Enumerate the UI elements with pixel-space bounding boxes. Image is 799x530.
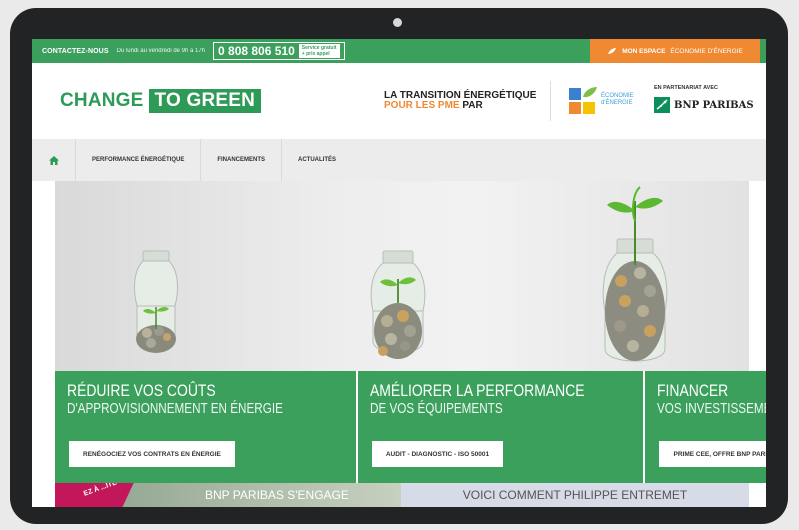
phone-number-box[interactable]: 0 808 806 510 Service gratuit + prix app… <box>213 42 345 60</box>
eco-line1: ÉCONOMIE <box>601 93 634 99</box>
card-title: RÉDUIRE VOS COÛTS <box>67 381 216 400</box>
header-divider <box>550 81 551 121</box>
phone-tag-line2: + prix appel <box>301 51 330 57</box>
nav-item-financements[interactable]: FINANCEMENTS <box>201 139 283 181</box>
news-title-philippe: VOICI COMMENT PHILIPPE ENTREMET <box>462 488 688 502</box>
renegotiate-contracts-button[interactable]: RENÉGOCIEZ VOS CONTRATS EN ÉNERGIE <box>69 441 235 467</box>
coin-jars-image <box>134 186 668 362</box>
site-header: CHANGE TO GREEN LA TRANSITION ÉNERGÉTIQU… <box>32 63 766 139</box>
card-title: AMÉLIORER LA PERFORMANCE <box>369 381 585 400</box>
bnp-label: BNP PARIBAS <box>674 99 754 111</box>
contact-link[interactable]: CONTACTEZ-NOUS <box>42 48 109 55</box>
news-item-philippe[interactable]: VOICI COMMENT PHILIPPE ENTREMET <box>401 483 749 507</box>
my-space-bold: MON ESPACE <box>622 47 666 55</box>
feature-cards: RÉDUIRE VOS COÛTS D'APPROVISIONNEMENT EN… <box>55 371 766 483</box>
phone-number: 0 808 806 510 <box>218 44 295 58</box>
leaf-icon <box>608 48 617 54</box>
bnp-paribas-logo[interactable]: BNP PARIBAS <box>654 97 754 113</box>
header-tagline: LA TRANSITION ÉNERGÉTIQUE POUR LES PME P… <box>384 91 536 111</box>
card-finance[interactable]: FINANCER VOS INVESTISSEMENTS PRIME CEE, … <box>645 371 766 483</box>
top-contact-bar: CONTACTEZ-NOUS Du lundi au vendredi de 9… <box>32 39 766 63</box>
tagline-par: PAR <box>462 100 483 111</box>
website-screen: CONTACTEZ-NOUS Du lundi au vendredi de 9… <box>32 39 766 507</box>
home-icon <box>48 155 59 165</box>
card-subtitle: VOS INVESTISSEMENTS <box>657 400 766 417</box>
eco-line2: d'ÉNERGIE <box>601 100 633 106</box>
card-subtitle: D'APPROVISIONNEMENT EN ÉNERGIE <box>67 400 283 417</box>
card-title: FINANCER <box>657 381 729 400</box>
audit-diagnostic-button[interactable]: AUDIT - DIAGNOSTIC - ISO 50001 <box>371 441 504 467</box>
card-subtitle: DE VOS ÉQUIPEMENTS <box>369 400 503 417</box>
nav-item-performance[interactable]: PERFORMANCE ÉNERGÉTIQUE <box>76 139 202 181</box>
jar-small <box>134 250 178 353</box>
card-improve-performance[interactable]: AMÉLIORER LA PERFORMANCE DE VOS ÉQUIPEME… <box>357 371 644 483</box>
jar-medium <box>370 250 426 359</box>
news-title-bnp: BNP PARIBAS S'ENGAGE <box>205 488 349 502</box>
prime-cee-button[interactable]: PRIME CEE, OFFRE BNP PARIBAS <box>659 441 766 467</box>
logo-to-green: TO GREEN <box>148 89 262 113</box>
tagline-orange: POUR LES PME <box>384 100 460 111</box>
main-navigation: PERFORMANCE ÉNERGÉTIQUE FINANCEMENTS ACT… <box>32 139 766 181</box>
news-strip: EZ À ...ITÉ BNP PARIBAS S'ENGAGE VOICI C… <box>55 483 749 507</box>
card-reduce-costs[interactable]: RÉDUIRE VOS COÛTS D'APPROVISIONNEMENT EN… <box>55 371 356 483</box>
hero-banner <box>55 181 749 371</box>
bnp-star-icon <box>654 97 670 113</box>
opening-hours: Du lundi au vendredi de 9h à 17h <box>116 48 206 54</box>
nav-home[interactable] <box>32 139 76 181</box>
my-space-button[interactable]: MON ESPACE ÉCONOMIE D'ÉNERGIE <box>590 39 760 63</box>
partner-label: EN PARTENARIAT AVEC <box>654 85 718 91</box>
my-space-light: ÉCONOMIE D'ÉNERGIE <box>670 47 743 55</box>
site-logo[interactable]: CHANGE TO GREEN <box>60 89 262 113</box>
logo-change: CHANGE <box>60 90 144 111</box>
jar-large <box>602 186 668 362</box>
economie-energie-text: ÉCONOMIE d'ÉNERGIE <box>601 93 634 107</box>
nav-item-actualites[interactable]: ACTUALITÉS <box>282 139 352 181</box>
tablet-frame: CONTACTEZ-NOUS Du lundi au vendredi de 9… <box>10 8 788 524</box>
camera-dot <box>393 18 402 27</box>
phone-tag: Service gratuit + prix appel <box>298 44 340 58</box>
news-item-bnp[interactable]: EZ À ...ITÉ BNP PARIBAS S'ENGAGE <box>55 483 401 507</box>
